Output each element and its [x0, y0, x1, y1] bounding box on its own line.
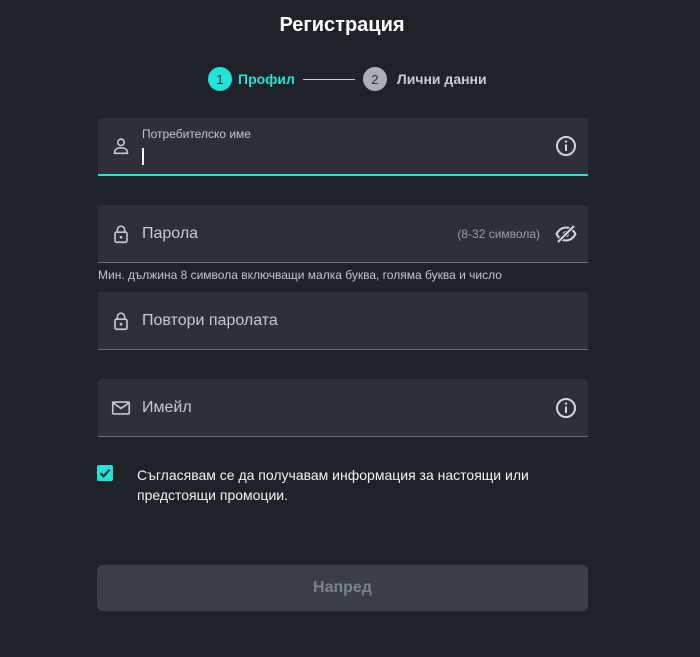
text-cursor	[142, 148, 144, 165]
repeat-password-field[interactable]: Повтори паролата	[98, 292, 588, 350]
consent-checkbox[interactable]	[97, 465, 113, 481]
email-field[interactable]: Имейл	[98, 379, 588, 437]
step-1-circle: 1	[208, 67, 232, 91]
page-title: Регистрация	[279, 14, 405, 36]
consent-text: Съгласявам се да получавам информация за…	[137, 467, 529, 503]
lock-icon	[114, 311, 128, 330]
password-field[interactable]: Парола (8-32 символа)	[98, 205, 588, 263]
mail-icon	[111, 400, 131, 415]
next-button[interactable]: Напред	[97, 565, 588, 611]
info-icon[interactable]	[554, 134, 578, 158]
eye-off-icon[interactable]	[554, 222, 578, 246]
step-1-label: Профил	[238, 71, 295, 87]
step-2-label: Лични данни	[396, 71, 487, 87]
password-label: Парола	[142, 224, 199, 242]
person-icon	[113, 138, 129, 155]
info-icon[interactable]	[554, 396, 578, 420]
password-length-hint: (8-32 символа)	[457, 226, 540, 241]
lock-icon	[114, 224, 128, 243]
step-connector	[302, 78, 355, 80]
step-2-circle: 2	[362, 67, 387, 91]
username-field[interactable]: Потребителско име	[98, 118, 588, 176]
stepper: 1 Профил 2 Лични данни	[208, 67, 487, 91]
email-label: Имейл	[142, 398, 192, 416]
repeat-password-label: Повтори паролата	[142, 311, 278, 329]
password-helper-text: Мин. дължина 8 символа включващи малка б…	[98, 268, 502, 282]
checkmark-icon	[99, 469, 111, 478]
username-label: Потребителско име	[142, 127, 251, 141]
